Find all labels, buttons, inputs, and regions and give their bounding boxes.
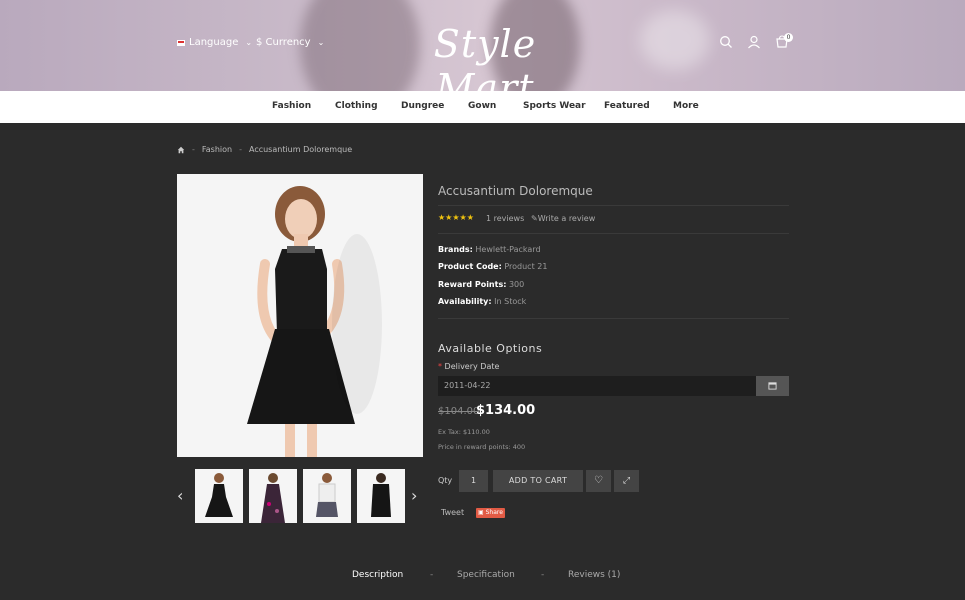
- chevron-left-icon[interactable]: ‹: [177, 486, 183, 505]
- tweet-button[interactable]: Tweet: [441, 508, 464, 517]
- reward-row: Reward Points: 300: [438, 280, 524, 289]
- tab-description[interactable]: Description: [352, 570, 403, 580]
- divider: [438, 318, 789, 319]
- language-label: Language: [189, 37, 239, 48]
- write-review-link[interactable]: ✎Write a review: [531, 214, 595, 223]
- availability-value: In Stock: [494, 297, 527, 306]
- wishlist-button[interactable]: ♡: [586, 470, 611, 492]
- share-label: Share: [485, 509, 503, 516]
- divider: [438, 233, 789, 234]
- breadcrumb-separator: -: [239, 145, 242, 154]
- breadcrumb: - Fashion - Accusantium Doloremque: [177, 145, 352, 154]
- cart-count-badge: 0: [784, 33, 793, 42]
- delivery-date-input[interactable]: 2011-04-22: [438, 376, 756, 396]
- calendar-icon: [768, 382, 777, 390]
- menu-item-featured[interactable]: Featured: [604, 101, 650, 111]
- reward-price: Price in reward points: 400: [438, 443, 526, 451]
- thumbnail[interactable]: [357, 469, 405, 523]
- thumbnail-photo: [205, 473, 233, 517]
- brand-label: Brands:: [438, 245, 473, 254]
- compare-icon: ⤢: [622, 476, 631, 486]
- main-menu: Fashion Clothing Dungree Gown Sports Wea…: [0, 91, 965, 123]
- thumbnail[interactable]: [195, 469, 243, 523]
- product-main-image[interactable]: [177, 174, 423, 457]
- reward-value: 300: [508, 280, 525, 289]
- breadcrumb-item-product[interactable]: Accusantium Doloremque: [249, 145, 352, 154]
- breadcrumb-item-fashion[interactable]: Fashion: [202, 145, 232, 154]
- options-title: Available Options: [438, 342, 543, 355]
- menu-item-clothing[interactable]: Clothing: [335, 101, 378, 111]
- qty-input[interactable]: 1: [459, 470, 488, 492]
- logo[interactable]: Style Mart: [400, 22, 570, 91]
- add-to-cart-button[interactable]: ADD TO CART: [493, 470, 583, 492]
- tab-separator: -: [430, 570, 434, 580]
- rating-stars: ★★★★★: [438, 213, 474, 222]
- availability-label: Availability:: [438, 297, 492, 306]
- old-price: $104.00: [438, 406, 480, 417]
- thumbnail-photo: [371, 473, 391, 517]
- search-icon[interactable]: [719, 35, 733, 49]
- menu-item-sports-wear[interactable]: Sports Wear: [523, 101, 586, 111]
- tab-reviews[interactable]: Reviews (1): [568, 570, 620, 580]
- code-row: Product Code: Product 21: [438, 262, 547, 271]
- language-selector[interactable]: Language ⌄: [177, 37, 252, 48]
- menu-item-dungree[interactable]: Dungree: [401, 101, 444, 111]
- menu-item-more[interactable]: More: [673, 101, 699, 111]
- currency-selector[interactable]: $ Currency ⌄: [256, 37, 324, 48]
- chevron-down-icon: ⌄: [245, 38, 253, 47]
- chevron-right-icon[interactable]: ›: [411, 486, 417, 505]
- thumbnail-photo: [261, 473, 285, 523]
- menu-item-fashion[interactable]: Fashion: [272, 101, 311, 111]
- ex-tax: Ex Tax: $110.00: [438, 428, 490, 436]
- share-button[interactable]: ▣ Share: [476, 508, 505, 518]
- reviews-count-link[interactable]: 1 reviews: [486, 214, 524, 223]
- product-title: Accusantium Doloremque: [438, 184, 593, 198]
- compare-button[interactable]: ⤢: [614, 470, 639, 492]
- delivery-date-text: Delivery Date: [444, 362, 500, 371]
- thumbnail[interactable]: [249, 469, 297, 523]
- header-hero: Language ⌄ $ Currency ⌄ Style Mart 0: [0, 0, 965, 91]
- thumbnail[interactable]: [303, 469, 351, 523]
- currency-label: $ Currency: [256, 37, 311, 48]
- hero-backdrop-shape: [640, 10, 710, 70]
- flag-icon: [177, 39, 185, 46]
- heart-icon: ♡: [594, 475, 603, 486]
- calendar-button[interactable]: [756, 376, 789, 396]
- new-price: $134.00: [476, 403, 536, 418]
- reward-label: Reward Points:: [438, 280, 507, 289]
- availability-row: Availability: In Stock: [438, 297, 526, 306]
- thumbnail-photo: [316, 473, 338, 517]
- delivery-date-label: * Delivery Date: [438, 362, 500, 371]
- product-photo: [247, 186, 382, 457]
- breadcrumb-separator: -: [192, 145, 195, 154]
- chevron-down-icon: ⌄: [317, 38, 325, 47]
- divider: [438, 205, 789, 206]
- share-icon: ▣: [478, 509, 484, 516]
- home-icon[interactable]: [177, 146, 185, 154]
- write-review-label: Write a review: [537, 214, 596, 223]
- pencil-icon: ✎: [531, 214, 538, 223]
- brand-row: Brands: Hewlett-Packard: [438, 245, 541, 254]
- qty-label: Qty: [438, 476, 453, 485]
- brand-value[interactable]: Hewlett-Packard: [475, 245, 540, 254]
- menu-item-gown[interactable]: Gown: [468, 101, 496, 111]
- user-icon[interactable]: [747, 35, 761, 49]
- code-value: Product 21: [504, 262, 548, 271]
- thumbnail-carousel: ‹ ›: [177, 469, 423, 524]
- tab-specification[interactable]: Specification: [457, 570, 515, 580]
- tab-separator: -: [541, 570, 545, 580]
- code-label: Product Code:: [438, 262, 502, 271]
